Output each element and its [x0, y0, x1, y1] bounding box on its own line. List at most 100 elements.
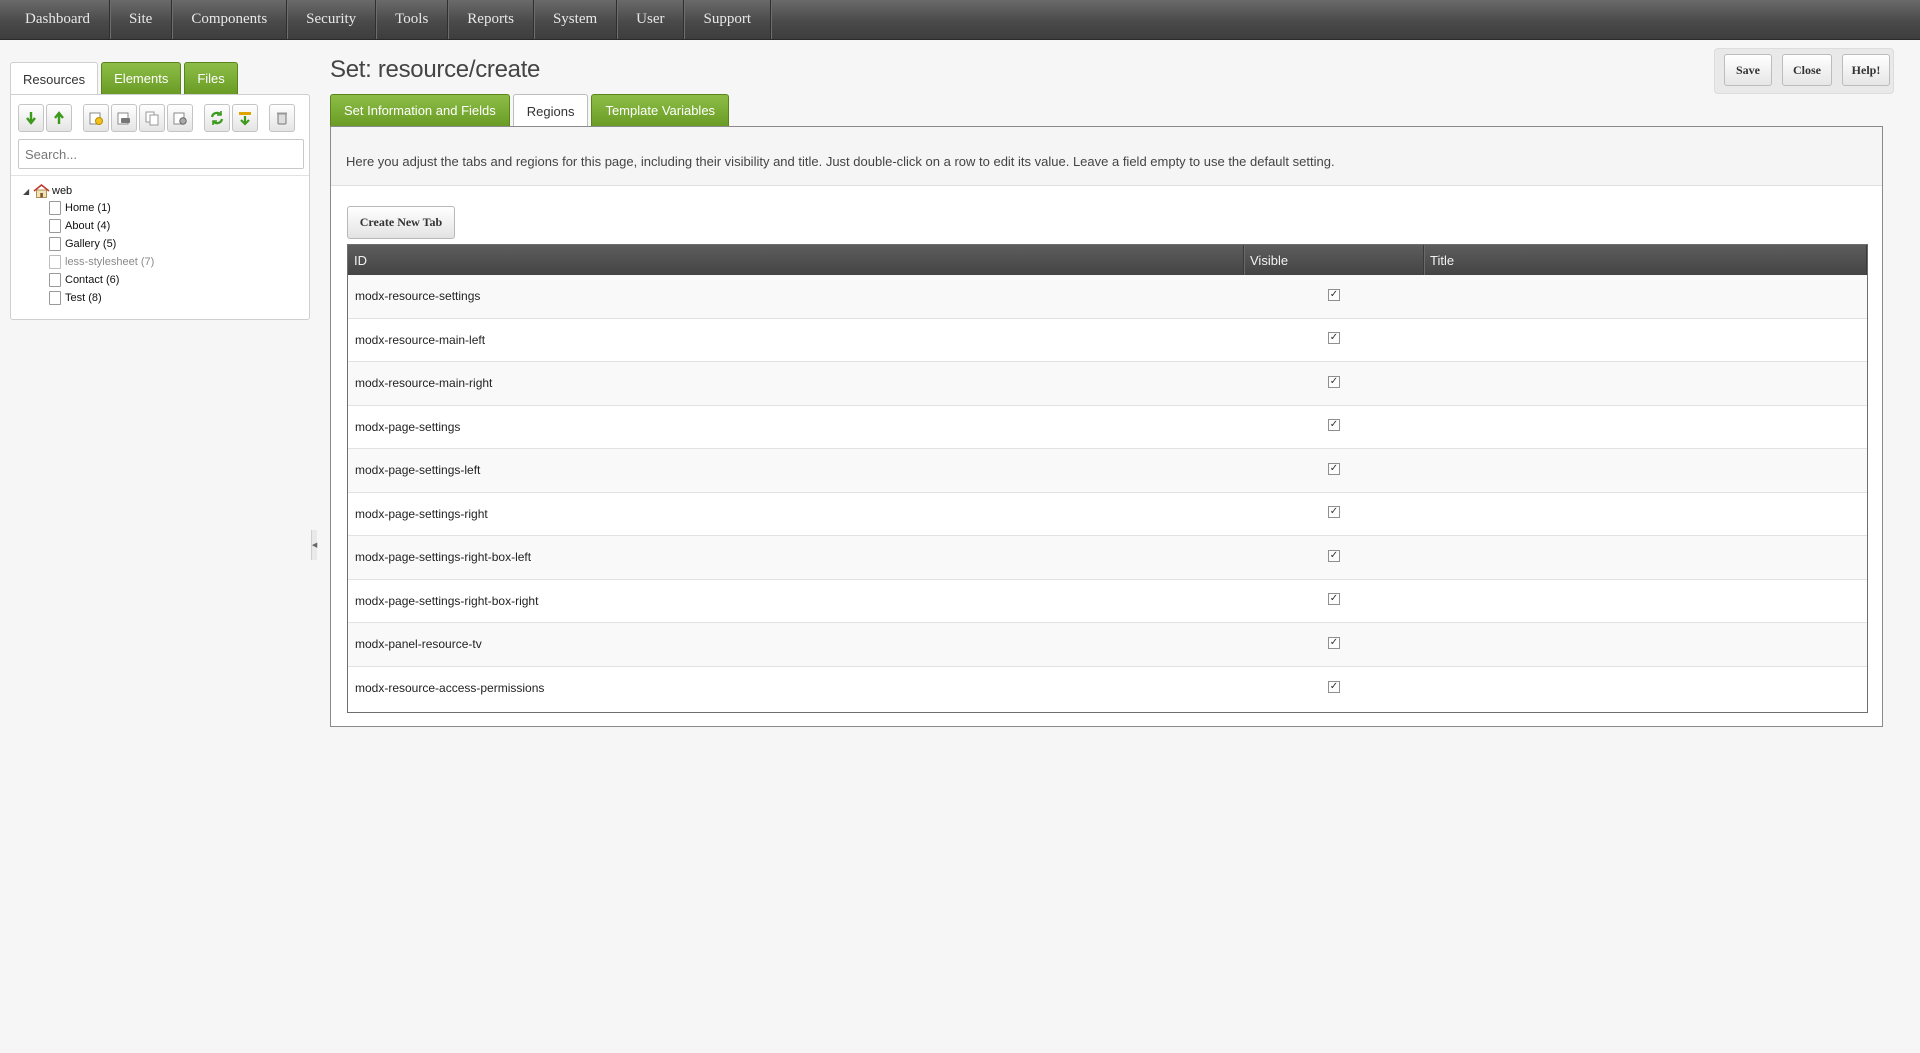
tree-item-contact[interactable]: Contact (6) — [49, 271, 154, 289]
row-id: modx-page-settings-right-box-left — [355, 550, 532, 565]
document-icon — [49, 201, 61, 215]
visible-checkbox[interactable]: ✓ — [1328, 593, 1340, 606]
row-title[interactable] — [1424, 536, 1867, 579]
row-title[interactable] — [1424, 406, 1867, 449]
tab-regions[interactable]: Regions — [512, 94, 589, 127]
row-title[interactable] — [1424, 275, 1867, 318]
visible-checkbox[interactable]: ✓ — [1328, 375, 1340, 388]
row-title[interactable] — [1424, 319, 1867, 362]
table-row[interactable]: modx-panel-resource-tv ✓ — [348, 623, 1867, 667]
column-header-id[interactable]: ID — [348, 245, 1244, 275]
nav-user[interactable]: User — [617, 0, 685, 39]
new-weblink-button[interactable] — [111, 104, 137, 132]
table-row[interactable]: modx-resource-main-right ✓ — [348, 362, 1867, 406]
table-row[interactable]: modx-page-settings-right ✓ — [348, 492, 1867, 536]
row-id: modx-page-settings-right — [355, 506, 488, 521]
resource-tree: ◢ web Home (1) About (4) Gallery (5) les… — [23, 183, 154, 307]
tree-item-label: Gallery — [65, 238, 100, 250]
table-row[interactable]: modx-resource-settings ✓ — [348, 275, 1867, 319]
visible-checkbox[interactable]: ✓ — [1328, 332, 1340, 345]
visible-checkbox[interactable]: ✓ — [1328, 462, 1340, 475]
table-row[interactable]: modx-page-settings-right-box-right ✓ — [348, 579, 1867, 623]
tree-item-id: (1) — [97, 202, 111, 214]
sort-button[interactable] — [232, 104, 258, 132]
tree-item-test[interactable]: Test (8) — [49, 289, 154, 307]
save-button[interactable]: Save — [1724, 54, 1772, 86]
tree-item-less-stylesheet[interactable]: less-stylesheet (7) — [49, 253, 154, 271]
tab-template-variables[interactable]: Template Variables — [591, 94, 730, 126]
create-new-tab-button[interactable]: Create New Tab — [347, 206, 455, 239]
row-title[interactable] — [1424, 580, 1867, 623]
expand-all-button[interactable] — [18, 104, 44, 132]
column-header-title[interactable]: Title — [1424, 245, 1867, 275]
tree-root-web[interactable]: ◢ web — [23, 183, 154, 199]
nav-tools[interactable]: Tools — [376, 0, 449, 39]
trash-icon — [277, 112, 287, 125]
table-row[interactable]: modx-page-settings-right-box-left ✓ — [348, 536, 1867, 580]
nav-components[interactable]: Components — [172, 0, 288, 39]
tree-root-label: web — [52, 185, 73, 197]
nav-site[interactable]: Site — [110, 0, 173, 39]
document-icon — [49, 273, 61, 287]
tab-elements[interactable]: Elements — [101, 62, 182, 94]
visible-checkbox[interactable]: ✓ — [1328, 506, 1340, 519]
row-title[interactable] — [1424, 493, 1867, 536]
visible-checkbox[interactable]: ✓ — [1328, 680, 1340, 693]
page-title: Set: resource/create — [330, 56, 541, 83]
table-row[interactable]: modx-page-settings-left ✓ — [348, 449, 1867, 493]
nav-system[interactable]: System — [534, 0, 618, 39]
tab-resources[interactable]: Resources — [10, 62, 99, 95]
nav-support[interactable]: Support — [684, 0, 771, 39]
refresh-button[interactable] — [204, 104, 230, 132]
row-id: modx-panel-resource-tv — [355, 637, 482, 652]
collapse-all-button[interactable] — [46, 104, 72, 132]
row-title[interactable] — [1424, 362, 1867, 405]
left-panel-tabs: Resources Elements Files — [10, 62, 238, 95]
tree-item-home[interactable]: Home (1) — [49, 199, 154, 217]
visible-checkbox[interactable]: ✓ — [1328, 288, 1340, 301]
new-symlink-button[interactable] — [139, 104, 165, 132]
table-row[interactable]: modx-resource-access-permissions ✓ — [348, 666, 1867, 711]
sort-icon — [239, 112, 251, 126]
visible-checkbox[interactable]: ✓ — [1328, 549, 1340, 562]
tab-files[interactable]: Files — [184, 62, 238, 94]
tree-item-about[interactable]: About (4) — [49, 217, 154, 235]
new-folder-button[interactable] — [83, 104, 109, 132]
visible-checkbox[interactable]: ✓ — [1328, 419, 1340, 432]
row-visible: ✓ — [1244, 580, 1424, 623]
close-button[interactable]: Close — [1782, 54, 1832, 86]
row-id: modx-resource-main-right — [355, 376, 493, 391]
column-header-visible[interactable]: Visible — [1244, 245, 1424, 275]
sidebar-collapse-handle[interactable]: ◀ — [311, 530, 317, 560]
nav-dashboard[interactable]: Dashboard — [6, 0, 110, 39]
document-icon — [49, 255, 61, 269]
grid-header: ID Visible Title — [348, 245, 1867, 275]
tab-set-information[interactable]: Set Information and Fields — [330, 94, 510, 126]
tree-item-label: less-stylesheet — [65, 256, 138, 268]
row-id: modx-resource-main-left — [355, 332, 486, 347]
row-title[interactable] — [1424, 667, 1867, 711]
new-symlink-icon — [145, 111, 159, 126]
row-title[interactable] — [1424, 623, 1867, 666]
help-button[interactable]: Help! — [1842, 54, 1890, 86]
table-row[interactable]: modx-resource-main-left ✓ — [348, 318, 1867, 362]
row-visible: ✓ — [1244, 406, 1424, 449]
visible-checkbox[interactable]: ✓ — [1328, 636, 1340, 649]
row-visible: ✓ — [1244, 623, 1424, 666]
collapse-arrow-icon[interactable]: ◢ — [23, 187, 33, 196]
tree-search-input[interactable] — [18, 139, 304, 169]
purge-button[interactable] — [269, 104, 295, 132]
nav-reports[interactable]: Reports — [448, 0, 534, 39]
top-navigation: Dashboard Site Components Security Tools… — [0, 0, 1920, 40]
nav-security[interactable]: Security — [287, 0, 377, 39]
row-id: modx-resource-access-permissions — [355, 681, 545, 696]
table-row[interactable]: modx-page-settings ✓ — [348, 405, 1867, 449]
tree-item-label: Home — [65, 202, 95, 214]
tree-item-gallery[interactable]: Gallery (5) — [49, 235, 154, 253]
refresh-icon — [210, 111, 224, 125]
new-static-resource-button[interactable] — [167, 104, 193, 132]
row-title[interactable] — [1424, 449, 1867, 492]
row-visible: ✓ — [1244, 449, 1424, 492]
tree-item-label: About — [65, 220, 94, 232]
row-id: modx-page-settings-right-box-right — [355, 593, 539, 608]
